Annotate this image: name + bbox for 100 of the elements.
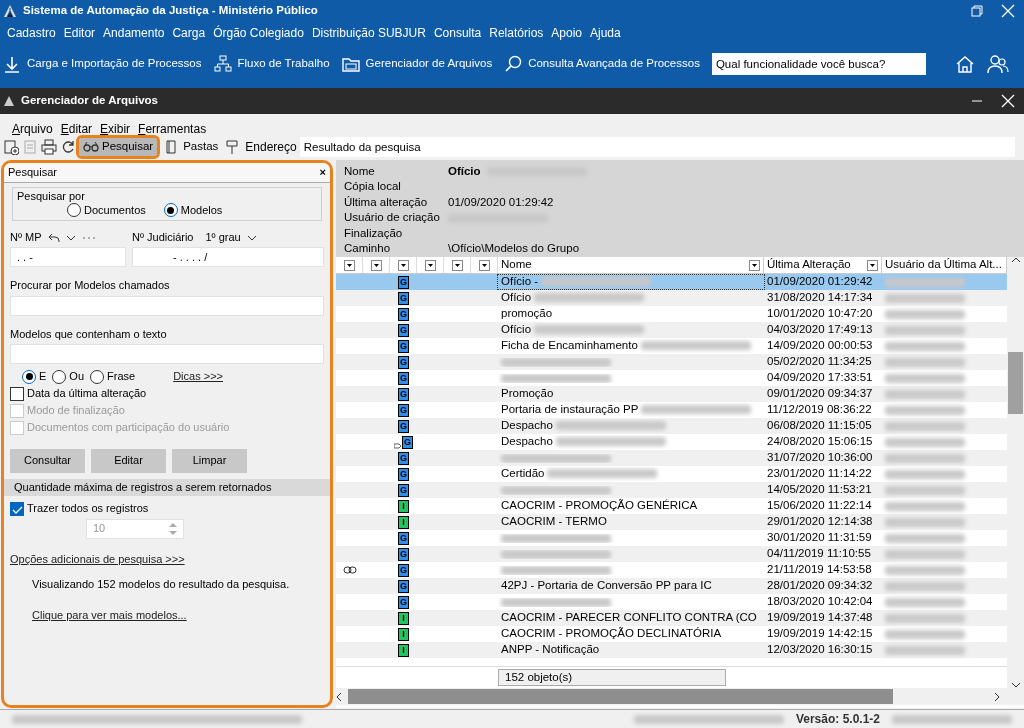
filter-dropdown-icon[interactable] <box>370 259 382 271</box>
toolbar-button[interactable]: Carga e Importação de Processos <box>3 55 202 73</box>
address-field[interactable]: Resultado da pesquisa <box>299 137 1015 157</box>
users-icon[interactable] <box>987 54 1009 74</box>
more-options-link[interactable]: Opções adicionais de pesquisa >>> <box>4 552 330 567</box>
text-field[interactable] <box>10 343 324 364</box>
menu-item[interactable]: Relatórios <box>485 25 548 41</box>
menu-item[interactable]: Carga <box>168 25 210 41</box>
tips-link[interactable]: Dicas >>> <box>173 370 223 384</box>
table-row[interactable]: G 04/11/2019 11:10:55 <box>336 546 1007 562</box>
table-row[interactable]: G 31/07/2020 10:36:00 <box>336 450 1007 466</box>
menu-item[interactable]: Apoio <box>547 25 586 41</box>
search-field[interactable]: Qual funcionalidade você busca? <box>711 53 926 75</box>
add-document-icon[interactable] <box>3 139 19 155</box>
table-cell: Despacho <box>501 435 553 449</box>
restore-icon[interactable] <box>971 5 983 17</box>
field-label: Nº MP <box>10 231 42 245</box>
table-row[interactable]: G Ofício 04/03/2020 17:49:13 <box>336 322 1007 338</box>
menu-item[interactable]: Ferramentas <box>134 121 211 136</box>
close-button[interactable]: × <box>319 165 326 180</box>
print-icon[interactable] <box>41 139 57 155</box>
menu-item[interactable]: Consulta <box>429 25 486 41</box>
filter-dropdown-icon[interactable] <box>867 259 878 271</box>
radio-button[interactable]: Ou <box>52 369 85 384</box>
table-row[interactable]: I CAOCRIM - TERMO 29/01/2020 12:14:38 <box>336 514 1007 530</box>
table-row[interactable]: G Despacho 24/08/2020 15:06:15 <box>336 434 1007 450</box>
search-panel-button[interactable]: Editar <box>91 448 166 473</box>
search-panel-button[interactable]: Limpar <box>172 448 247 473</box>
table-row[interactable]: G Ficha de Encaminhamento 14/09/2020 00:00:53 <box>336 338 1007 354</box>
table-row[interactable]: G Portaria de instauração PP 11/12/2019 08:36:22 <box>336 402 1007 418</box>
filter-dropdown-icon[interactable] <box>424 259 436 271</box>
horizontal-scrollbar[interactable] <box>336 688 1024 705</box>
filter-dropdown-icon[interactable] <box>397 259 409 271</box>
type-badge: G <box>398 291 409 305</box>
table-row[interactable]: I CAOCRIM - PROMOÇÃO DECLINATÓRIA 19/09/2019 14:42:15 <box>336 626 1007 642</box>
table-row[interactable]: G 14/05/2020 11:53:21 <box>336 482 1007 498</box>
table-row[interactable]: G 18/03/2020 10:42:04 <box>336 594 1007 610</box>
checkbox[interactable]: Trazer todos os registros <box>4 501 330 516</box>
undo-icon[interactable] <box>47 232 60 243</box>
table-row[interactable]: G Despacho 06/08/2020 11:15:05 <box>336 418 1007 434</box>
column-header[interactable]: Última Alteração <box>764 257 882 273</box>
table-row[interactable]: G 21/11/2019 14:53:58 <box>336 562 1007 578</box>
search-icon <box>504 55 523 73</box>
app-title: Sistema de Automação da Justiça - Ministério Público <box>23 4 318 18</box>
table-cell: 31/08/2020 14:17:34 <box>767 291 873 304</box>
vertical-scrollbar[interactable] <box>1007 257 1024 688</box>
toolbar-button[interactable]: Gerenciador de Arquivos <box>341 55 493 73</box>
menu-item[interactable]: Editor <box>59 25 100 41</box>
checkbox[interactable]: Data da última alteração <box>4 386 330 401</box>
detail-label: Usuário de criação <box>344 211 441 226</box>
menu-item[interactable]: Exibir <box>96 121 135 136</box>
radio-button[interactable]: Frase <box>90 369 136 384</box>
tab[interactable]: Pesquisar <box>79 138 158 156</box>
more-models-link[interactable]: Clique para ver mais modelos... <box>32 609 187 622</box>
mp-field[interactable]: . . - <box>10 247 126 268</box>
menu-item[interactable]: Distribuição SUBJUR <box>307 25 430 41</box>
radio-button[interactable]: Documentos <box>67 203 146 218</box>
filter-dropdown-icon[interactable] <box>749 259 760 271</box>
menu-item[interactable]: Órgão Colegiado <box>209 25 308 41</box>
refresh-icon[interactable] <box>60 139 76 155</box>
filter-dropdown-icon[interactable] <box>478 259 490 271</box>
type-badge: G <box>398 467 409 481</box>
table-cell: Portaria de instauração PP <box>501 403 639 417</box>
table-row[interactable]: I ANPP - Notificação 12/03/2020 16:30:15 <box>336 642 1007 658</box>
menu-item[interactable]: Andamento <box>99 25 169 41</box>
table-row[interactable]: G Certidão 23/01/2020 11:14:22 <box>336 466 1007 482</box>
radio-button[interactable]: Modelos <box>163 203 223 218</box>
filter-dropdown-icon[interactable] <box>451 259 463 271</box>
menu-item[interactable]: Ajuda <box>586 25 625 41</box>
home-icon[interactable] <box>955 54 975 74</box>
filter-dropdown-icon[interactable] <box>343 259 355 271</box>
search-panel-button[interactable]: Consultar <box>10 448 85 473</box>
table-row[interactable]: G 05/02/2020 11:34:25 <box>336 354 1007 370</box>
menu-item[interactable]: Editar <box>56 121 97 136</box>
scroll-thumb[interactable] <box>1008 351 1023 414</box>
column-header[interactable]: Nome <box>498 257 764 273</box>
scroll-thumb[interactable] <box>348 689 893 704</box>
judicial-number-field[interactable]: - . . . . / <box>132 247 324 268</box>
menu-item[interactable]: Cadastro <box>3 25 60 41</box>
toolbar-button[interactable]: Consulta Avançada de Processos <box>504 55 700 73</box>
table-row[interactable]: G promoção 10/01/2020 10:47:20 <box>336 306 1007 322</box>
table-row[interactable]: G Ofício - 01/09/2020 01:29:42 <box>336 274 1007 290</box>
table-row[interactable]: G 42PJ - Portaria de Conversão PP para IC 28/01/2020 09:34:32 <box>336 578 1007 594</box>
caret-icon[interactable] <box>65 234 76 241</box>
table-row[interactable]: G 04/09/2020 17:33:51 <box>336 370 1007 386</box>
close-icon[interactable] <box>1001 4 1015 18</box>
tab[interactable]: Pastas <box>160 138 223 156</box>
table-cell: 30/01/2020 11:31:59 <box>767 531 872 544</box>
detail-value: \Ofício\Modelos do Grupo <box>448 242 580 257</box>
menu-item[interactable]: Arquivo <box>8 121 57 136</box>
table-row[interactable]: G 30/01/2020 11:31:59 <box>336 530 1007 546</box>
table-row[interactable]: I CAOCRIM - PARECER CONFLITO CONTRA (CO 19/09/2019 14:37:48 <box>336 610 1007 626</box>
table-cell: 21/11/2019 14:53:58 <box>767 563 872 576</box>
table-row[interactable]: I CAOCRIM - PROMOÇÃO GENÉRICA 15/06/2020 11:22:14 <box>336 498 1007 514</box>
close-icon[interactable] <box>1001 94 1015 108</box>
table-row[interactable]: G Ofício 31/08/2020 14:17:34 <box>336 290 1007 306</box>
text-field[interactable] <box>10 295 324 316</box>
toolbar-button[interactable]: Fluxo de Trabalho <box>213 55 330 73</box>
degree-dropdown[interactable]: 1º grau <box>205 231 257 245</box>
table-row[interactable]: G Promoção 09/01/2020 09:34:37 <box>336 386 1007 402</box>
